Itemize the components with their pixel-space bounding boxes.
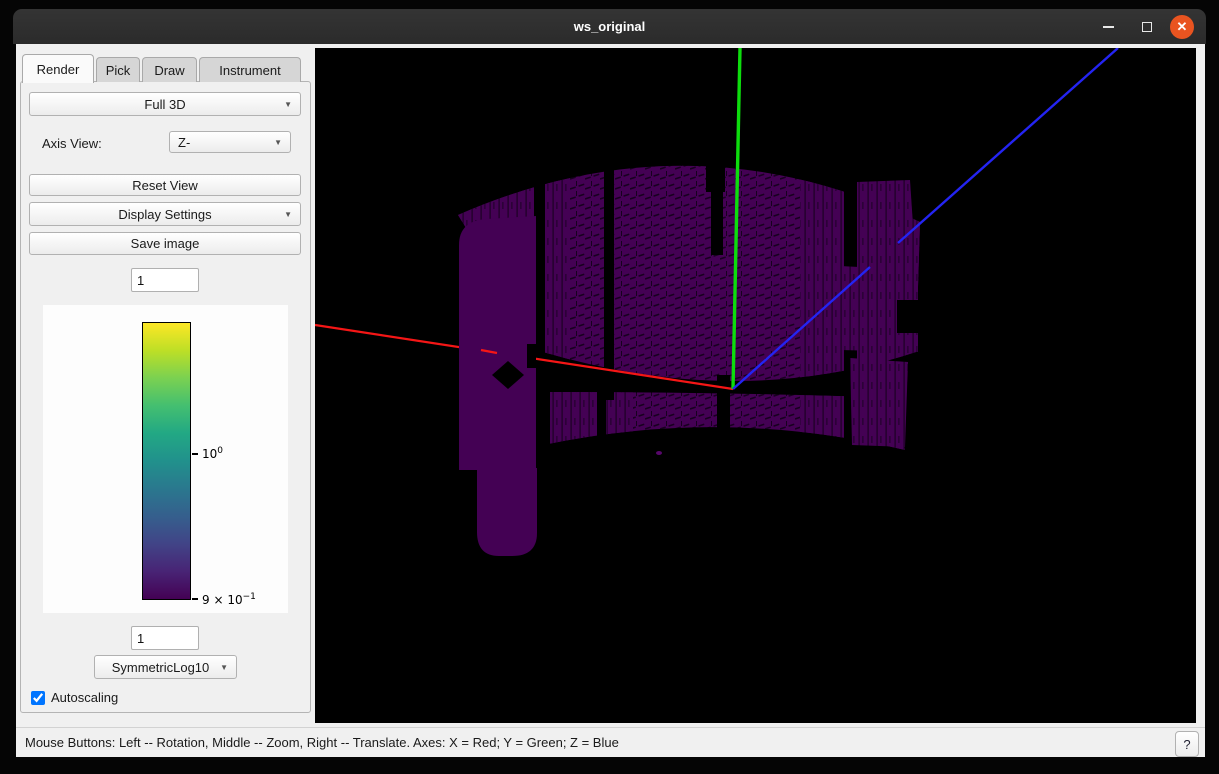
minimize-button[interactable]	[1096, 9, 1120, 44]
colorbar-tick-mark	[192, 598, 198, 600]
axis-view-select[interactable]: Z- ▼	[169, 131, 291, 153]
scale-type-value: SymmetricLog10	[112, 660, 210, 675]
titlebar[interactable]: ws_original ✕	[13, 9, 1206, 44]
axis-view-label: Axis View:	[42, 136, 102, 151]
maximize-icon	[1142, 22, 1152, 32]
colorbar-tick-bottom-exp: −1	[243, 592, 256, 602]
minimize-icon	[1103, 26, 1114, 28]
scale-min-input[interactable]	[131, 626, 199, 650]
chevron-down-icon: ▼	[284, 100, 292, 109]
z-axis-line-upper	[898, 48, 1118, 243]
window-content: Render Pick Draw Instrument Full 3D ▼ Ax…	[16, 44, 1205, 757]
tab-instrument-label: Instrument	[219, 63, 280, 78]
detector-band-lower-left	[543, 370, 633, 460]
close-button[interactable]: ✕	[1169, 9, 1195, 44]
save-image-button[interactable]: Save image	[29, 232, 301, 255]
stray-detector-speck	[656, 451, 662, 455]
chevron-down-icon: ▼	[220, 663, 228, 672]
reset-view-button[interactable]: Reset View	[29, 174, 301, 196]
close-icon: ✕	[1170, 15, 1194, 39]
projection-value: Full 3D	[144, 97, 185, 112]
autoscaling-label: Autoscaling	[51, 690, 118, 705]
scale-max-input[interactable]	[131, 268, 199, 292]
tab-draw[interactable]: Draw	[142, 57, 197, 82]
autoscaling-checkbox[interactable]	[31, 691, 45, 705]
statusbar: Mouse Buttons: Left -- Rotation, Middle …	[16, 727, 1205, 757]
colorbar-tick-bottom: 9 × 10−1	[202, 592, 256, 607]
tab-instrument[interactable]: Instrument	[199, 57, 301, 82]
tab-render-label: Render	[37, 62, 80, 77]
colorbar-tick-top-base: 10	[202, 447, 217, 461]
window-title: ws_original	[574, 19, 646, 34]
display-settings-label: Display Settings	[118, 207, 211, 222]
control-panel: Render Pick Draw Instrument Full 3D ▼ Ax…	[16, 44, 315, 727]
colorbar-tick-bottom-base: 9 × 10	[202, 593, 243, 607]
statusbar-text: Mouse Buttons: Left -- Rotation, Middle …	[25, 735, 619, 750]
help-button[interactable]: ?	[1175, 731, 1199, 757]
colorbar-tick-top: 100	[202, 446, 223, 461]
tab-render[interactable]: Render	[22, 54, 94, 83]
tab-draw-label: Draw	[154, 63, 184, 78]
axis-view-value: Z-	[178, 135, 190, 150]
save-image-label: Save image	[131, 236, 200, 251]
display-settings-button[interactable]: Display Settings ▼	[29, 202, 301, 226]
tab-pick-label: Pick	[106, 63, 131, 78]
colorbar-panel: 100 9 × 10−1	[43, 305, 288, 613]
colorbar-tick-mark	[192, 453, 198, 455]
tab-pick[interactable]: Pick	[96, 57, 140, 82]
colorbar-tick-top-exp: 0	[217, 446, 223, 456]
detector-column-left	[459, 216, 537, 556]
reset-view-label: Reset View	[132, 178, 198, 193]
colorbar-gradient[interactable]	[142, 322, 191, 600]
projection-select[interactable]: Full 3D ▼	[29, 92, 301, 116]
maximize-button[interactable]	[1135, 9, 1159, 44]
scale-type-select[interactable]: SymmetricLog10 ▼	[94, 655, 237, 679]
instrument-3d-scene	[315, 48, 1196, 723]
chevron-down-icon: ▼	[284, 210, 292, 219]
autoscaling-row: Autoscaling	[31, 690, 118, 705]
chevron-down-icon: ▼	[274, 138, 282, 147]
instrument-3d-viewport[interactable]	[315, 48, 1196, 723]
